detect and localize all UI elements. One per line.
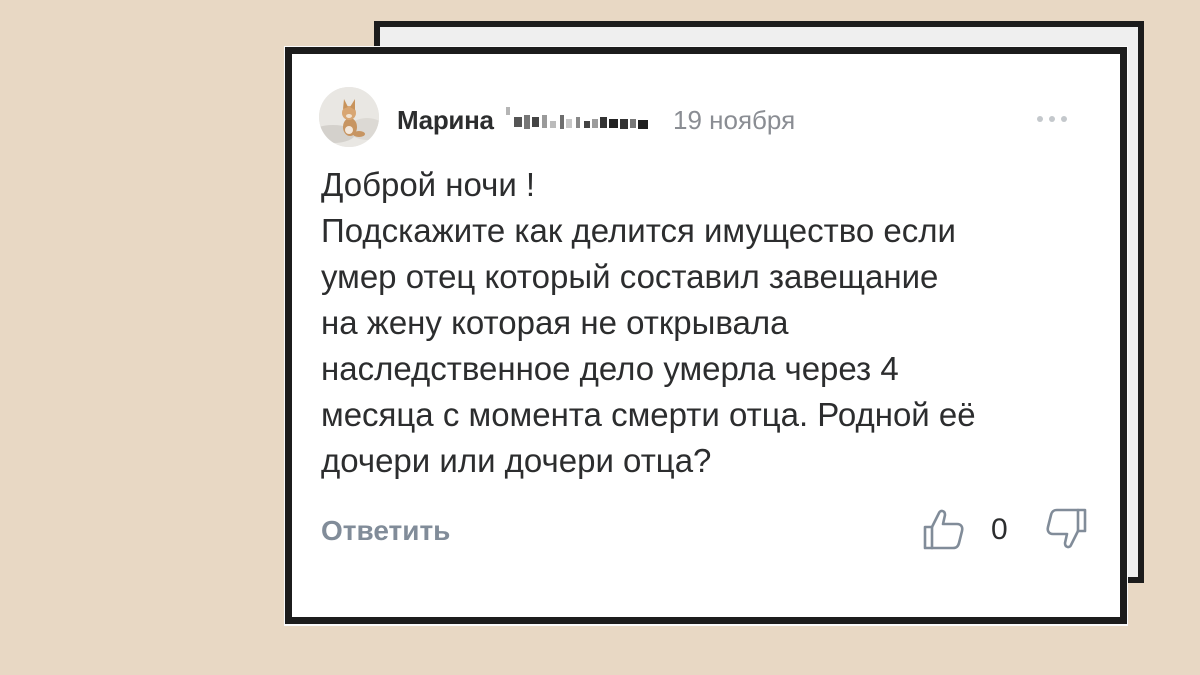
comment-line: умер отец который составил завещание xyxy=(321,258,939,295)
likes-count: 0 xyxy=(991,513,1008,546)
thumb-down-icon[interactable] xyxy=(1044,507,1088,551)
comment-line: на жену которая не открывала xyxy=(321,304,789,341)
comment-text: Доброй ночи ! Подскажите как делится иму… xyxy=(321,162,1111,484)
comment-line: Подскажите как делится имущество если xyxy=(321,212,956,249)
avatar[interactable] xyxy=(319,87,379,147)
comment-line: наследственное дело умерла через 4 xyxy=(321,350,899,387)
comment-card: Марина 19 ноября Доброй ночи ! Подскажит… xyxy=(285,47,1127,624)
blurred-surname xyxy=(506,107,648,129)
more-options-icon[interactable] xyxy=(1032,112,1072,126)
thumb-up-icon[interactable] xyxy=(922,507,966,551)
reply-button[interactable]: Ответить xyxy=(321,515,450,547)
author-name[interactable]: Марина xyxy=(397,105,494,136)
comment-line: дочери или дочери отца? xyxy=(321,442,712,479)
comment-line: месяца с момента смерти отца. Родной её xyxy=(321,396,976,433)
comment-line: Доброй ночи ! xyxy=(321,166,536,203)
comment-date: 19 ноября xyxy=(673,105,796,135)
